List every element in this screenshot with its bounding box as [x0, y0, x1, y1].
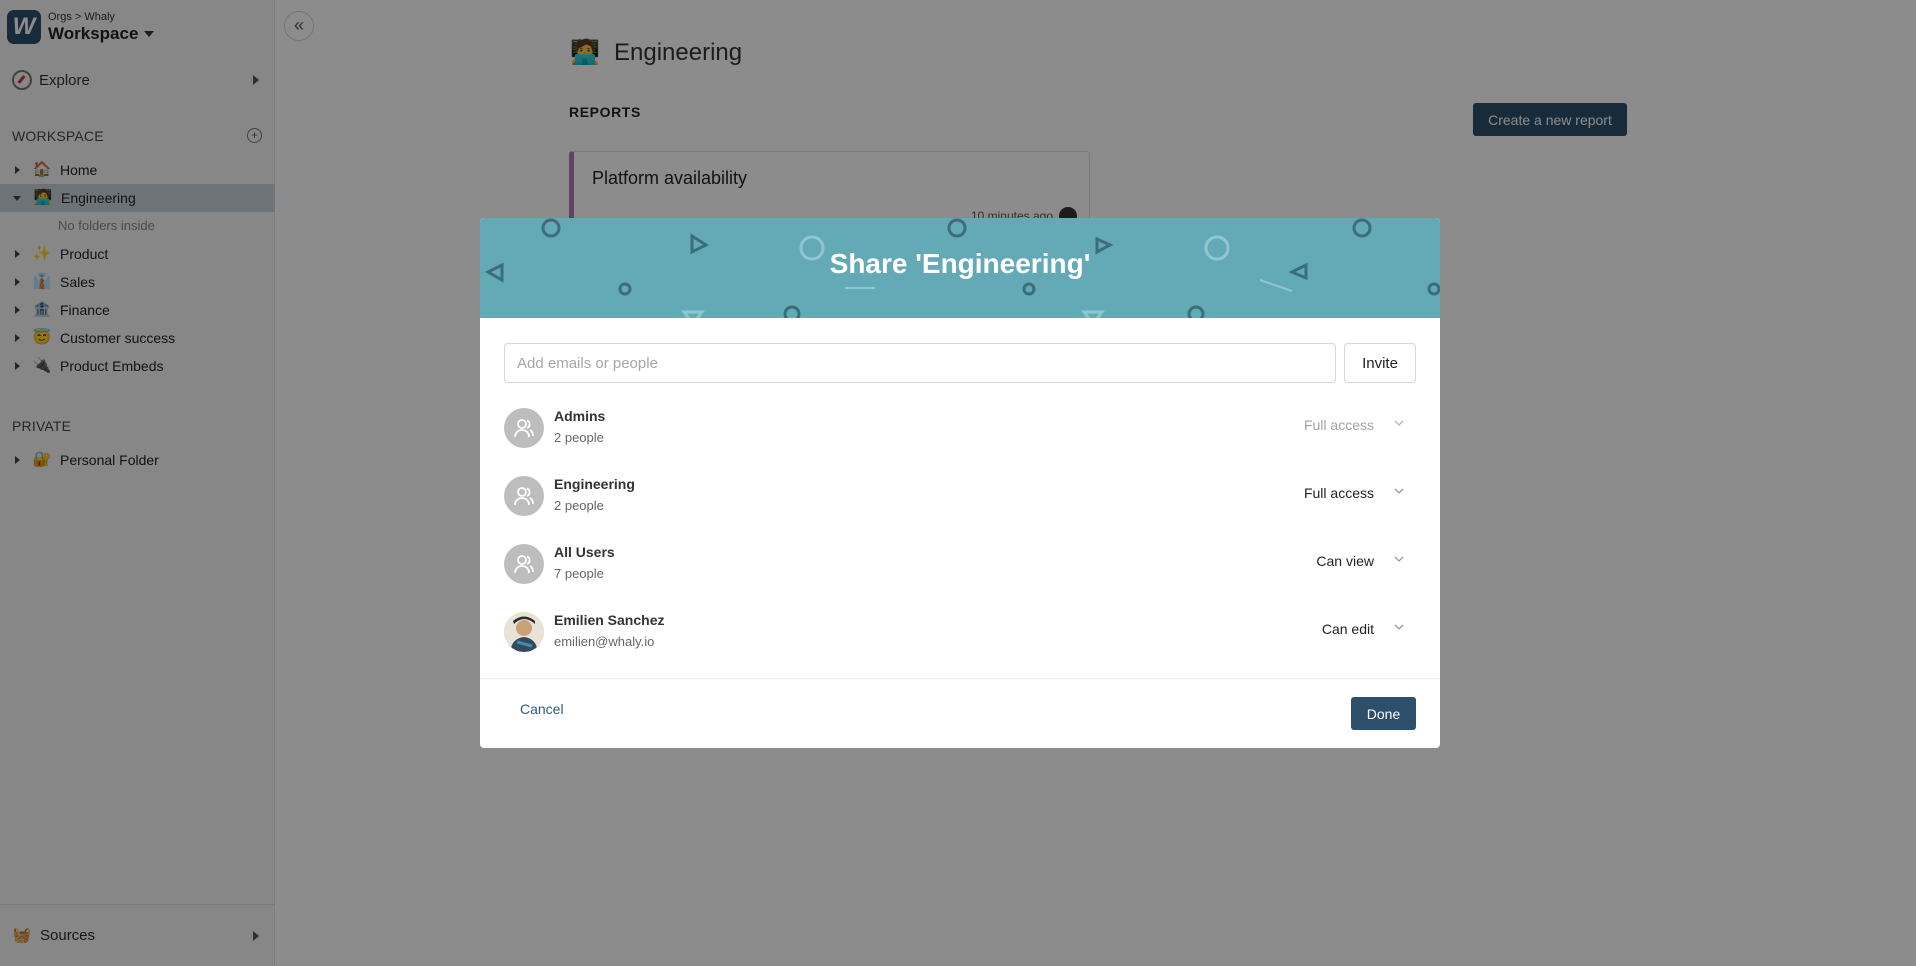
- users-icon: [514, 487, 534, 506]
- group-avatar: [504, 408, 544, 448]
- access-select[interactable]: Can edit: [1322, 621, 1374, 637]
- member-name: Engineering: [554, 476, 635, 492]
- chevron-down-icon: [1394, 420, 1404, 426]
- cancel-button[interactable]: Cancel: [520, 701, 564, 717]
- modal-footer: Cancel Done: [480, 678, 1440, 748]
- member-row-emilien: Emilien Sanchez emilien@whaly.io Can edi…: [504, 610, 1416, 654]
- group-avatar: [504, 476, 544, 516]
- member-count: 2 people: [554, 430, 604, 445]
- member-name: All Users: [554, 544, 615, 560]
- invite-row: Invite: [504, 343, 1416, 383]
- users-icon: [514, 555, 534, 574]
- member-row-admins: Admins 2 people Full access: [504, 406, 1416, 450]
- member-row-all-users: All Users 7 people Can view: [504, 542, 1416, 586]
- modal-header: Share 'Engineering': [480, 218, 1440, 318]
- modal-title: Share 'Engineering': [829, 248, 1091, 279]
- group-avatar: [504, 544, 544, 584]
- avatar: [504, 612, 544, 652]
- users-icon: [514, 419, 534, 438]
- chevron-down-icon[interactable]: [1394, 486, 1404, 496]
- access-select[interactable]: Can view: [1316, 553, 1374, 569]
- member-count: 7 people: [554, 566, 604, 581]
- member-name: Admins: [554, 408, 606, 424]
- member-row-engineering: Engineering 2 people Full access: [504, 474, 1416, 518]
- invite-input[interactable]: [504, 343, 1336, 383]
- done-button[interactable]: Done: [1351, 697, 1416, 730]
- chevron-down-icon[interactable]: [1394, 622, 1404, 632]
- chevron-down-icon[interactable]: [1394, 554, 1404, 564]
- member-email: emilien@whaly.io: [554, 634, 655, 649]
- user-photo-icon: [504, 612, 544, 652]
- share-modal: Share 'Engineering' Invite Admins 2 peop…: [480, 218, 1440, 748]
- access-select: Full access: [1303, 417, 1374, 433]
- invite-button[interactable]: Invite: [1344, 343, 1416, 383]
- access-select[interactable]: Full access: [1304, 485, 1374, 501]
- member-name: Emilien Sanchez: [554, 612, 665, 628]
- member-count: 2 people: [554, 498, 604, 513]
